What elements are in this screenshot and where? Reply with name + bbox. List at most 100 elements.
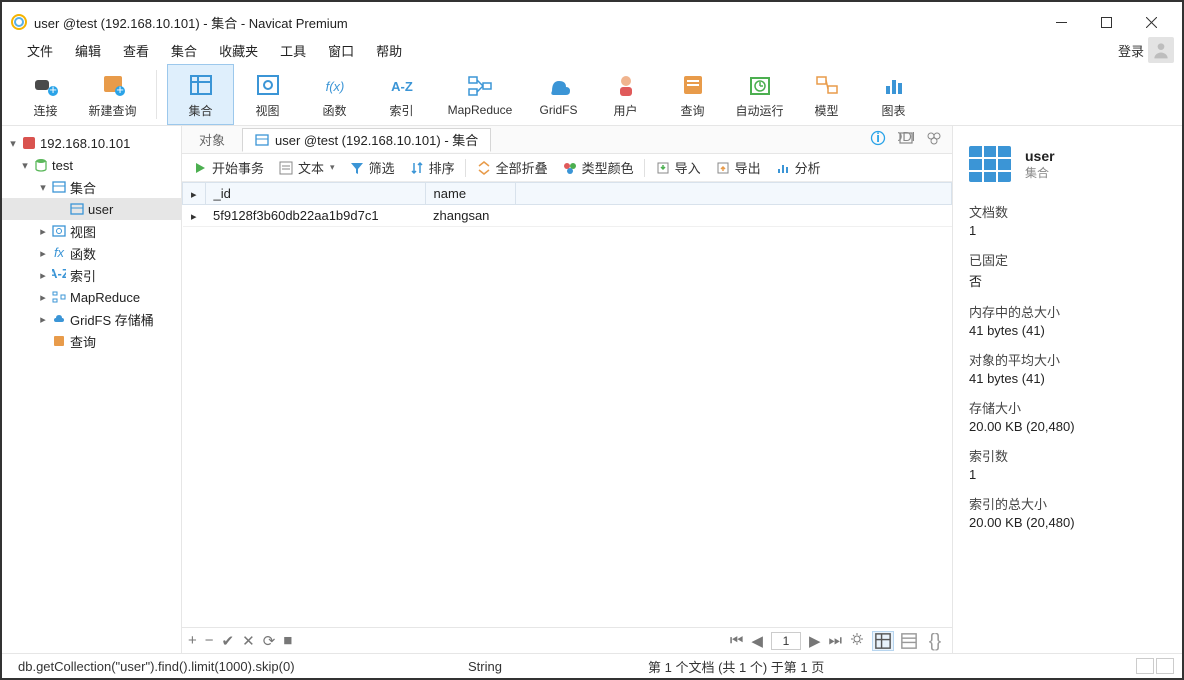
collapse-icon[interactable]: ▾ [36, 181, 50, 194]
prop-storage-size: 存储大小20.00 KB (20,480) [969, 398, 1166, 434]
collapse-icon[interactable]: ▾ [6, 137, 20, 150]
ddl-icon[interactable]: DDL [898, 130, 914, 149]
prev-page-button[interactable]: ◀ [751, 632, 763, 650]
tree-database[interactable]: ▾test [2, 154, 181, 176]
az-icon: A-Z [50, 268, 68, 282]
cancel-button[interactable]: ✕ [242, 632, 255, 650]
tree-indexes-folder[interactable]: ▸A-Z索引 [2, 264, 181, 286]
collapse-all-button[interactable]: 全部折叠 [472, 157, 552, 178]
sort-button[interactable]: 排序 [405, 157, 459, 178]
action-separator [644, 159, 645, 177]
last-page-button[interactable]: ⏭ [828, 632, 842, 649]
tree-connection[interactable]: ▾192.168.10.101 [2, 132, 181, 154]
type-color-button[interactable]: 类型颜色 [558, 157, 638, 178]
toolbar-users[interactable]: 用户 [592, 64, 659, 125]
grid-view-button[interactable] [872, 631, 894, 651]
toolbar-gridfs[interactable]: GridFS [525, 64, 592, 125]
expand-icon[interactable]: ▸ [36, 269, 50, 282]
toolbar-collections[interactable]: 集合 [167, 64, 234, 125]
user-avatar[interactable] [1148, 37, 1174, 63]
toolbar-views[interactable]: 视图 [234, 64, 301, 125]
info-title: user [1025, 148, 1055, 164]
delete-record-button[interactable]: − [205, 632, 214, 649]
toolbar-schedule[interactable]: 自动运行 [726, 64, 793, 125]
menu-tools[interactable]: 工具 [269, 37, 317, 64]
page-input[interactable] [771, 632, 801, 650]
table-icon [50, 180, 68, 194]
toolbar-new-query[interactable]: +新建查询 [79, 64, 146, 125]
column-header-blank [515, 183, 951, 205]
prop-index-count: 索引数1 [969, 446, 1166, 482]
toolbar-model[interactable]: 模型 [793, 64, 860, 125]
action-separator [465, 159, 466, 177]
login-link[interactable]: 登录 [1118, 41, 1148, 60]
menu-favorites[interactable]: 收藏夹 [208, 37, 269, 64]
tab-user-collection[interactable]: user @test (192.168.10.101) - 集合 [242, 128, 491, 152]
tree-mapreduce-folder[interactable]: ▸MapReduce [2, 286, 181, 308]
menu-file[interactable]: 文件 [16, 37, 64, 64]
next-page-button[interactable]: ▶ [809, 632, 821, 650]
toolbar-indexes[interactable]: A-Z索引 [368, 64, 435, 125]
toolbar-mapreduce[interactable]: MapReduce [435, 64, 525, 125]
cell-id[interactable]: 5f9128f3b60db22aa1b9d7c1 [205, 205, 425, 227]
cell-name[interactable]: zhangsan [425, 205, 515, 227]
info-icon[interactable]: i [870, 130, 886, 149]
fx-icon: fx [50, 246, 68, 260]
refresh-circles-icon[interactable] [926, 130, 942, 149]
tree-gridfs-folder[interactable]: ▸GridFS 存储桶 [2, 308, 181, 330]
current-row-icon [183, 205, 206, 227]
menu-collection[interactable]: 集合 [160, 37, 208, 64]
analyze-button[interactable]: 分析 [771, 157, 825, 178]
tabs-row: 对象 user @test (192.168.10.101) - 集合 i DD… [182, 126, 952, 154]
filter-button[interactable]: 筛选 [345, 157, 399, 178]
close-button[interactable] [1129, 8, 1174, 36]
toolbar-connect[interactable]: +连接 [12, 64, 79, 125]
expand-icon[interactable]: ▸ [36, 291, 50, 304]
expand-icon[interactable]: ▸ [36, 247, 50, 260]
info-properties: 文档数1 已固定否 内存中的总大小41 bytes (41) 对象的平均大小41… [953, 194, 1182, 548]
first-page-button[interactable]: ⏮ [730, 632, 744, 649]
toolbar-functions[interactable]: f(x)函数 [301, 64, 368, 125]
tree-queries-folder[interactable]: 查询 [2, 330, 181, 352]
doc-icon [50, 334, 68, 348]
column-header-name[interactable]: name [425, 183, 515, 205]
json-view-button[interactable]: {} [924, 631, 946, 651]
main-toolbar: +连接 +新建查询 集合 视图 f(x)函数 A-Z索引 MapReduce G… [2, 64, 1182, 126]
tree-collections-folder[interactable]: ▾集合 [2, 176, 181, 198]
tree-functions-folder[interactable]: ▸fx函数 [2, 242, 181, 264]
start-transaction-button[interactable]: 开始事务 [188, 157, 268, 178]
window-title: user @test (192.168.10.101) - 集合 - Navic… [34, 13, 348, 32]
settings-icon[interactable] [850, 632, 864, 650]
minimize-button[interactable] [1039, 8, 1084, 36]
refresh-button[interactable]: ⟳ [263, 632, 276, 650]
menu-edit[interactable]: 编辑 [64, 37, 112, 64]
toolbar-query[interactable]: 查询 [659, 64, 726, 125]
grid-navigation: + − ✔ ✕ ⟳ ■ ⏮ ◀ ▶ ⏭ {} [182, 627, 952, 653]
menu-window[interactable]: 窗口 [317, 37, 365, 64]
menu-view[interactable]: 查看 [112, 37, 160, 64]
maximize-button[interactable] [1084, 8, 1129, 36]
expand-icon[interactable]: ▸ [36, 313, 50, 326]
main-area: ▾192.168.10.101 ▾test ▾集合 user ▸视图 ▸fx函数… [2, 126, 1182, 653]
import-button[interactable]: 导入 [651, 157, 705, 178]
toolbar-charts[interactable]: 图表 [860, 64, 927, 125]
tree-views-folder[interactable]: ▸视图 [2, 220, 181, 242]
tree-view-button[interactable] [898, 631, 920, 651]
action-bar: 开始事务 文本 筛选 排序 全部折叠 类型颜色 导入 导出 分析 [182, 154, 952, 182]
menu-help[interactable]: 帮助 [365, 37, 413, 64]
table-row[interactable]: 5f9128f3b60db22aa1b9d7c1 zhangsan [183, 205, 952, 227]
stop-button[interactable]: ■ [283, 632, 292, 649]
collapse-icon[interactable]: ▾ [18, 159, 32, 172]
expand-icon[interactable]: ▸ [36, 225, 50, 238]
commit-button[interactable]: ✔ [222, 632, 235, 650]
panel-toggle-left[interactable] [1136, 658, 1154, 674]
column-header-id[interactable]: _id [205, 183, 425, 205]
info-panel: user 集合 文档数1 已固定否 内存中的总大小41 bytes (41) 对… [952, 126, 1182, 653]
collection-icon [967, 144, 1013, 184]
add-record-button[interactable]: + [188, 632, 197, 649]
panel-toggle-right[interactable] [1156, 658, 1174, 674]
export-button[interactable]: 导出 [711, 157, 765, 178]
tab-objects[interactable]: 对象 [186, 128, 238, 152]
tree-item-user[interactable]: user [2, 198, 181, 220]
text-view-button[interactable]: 文本 [274, 157, 339, 178]
